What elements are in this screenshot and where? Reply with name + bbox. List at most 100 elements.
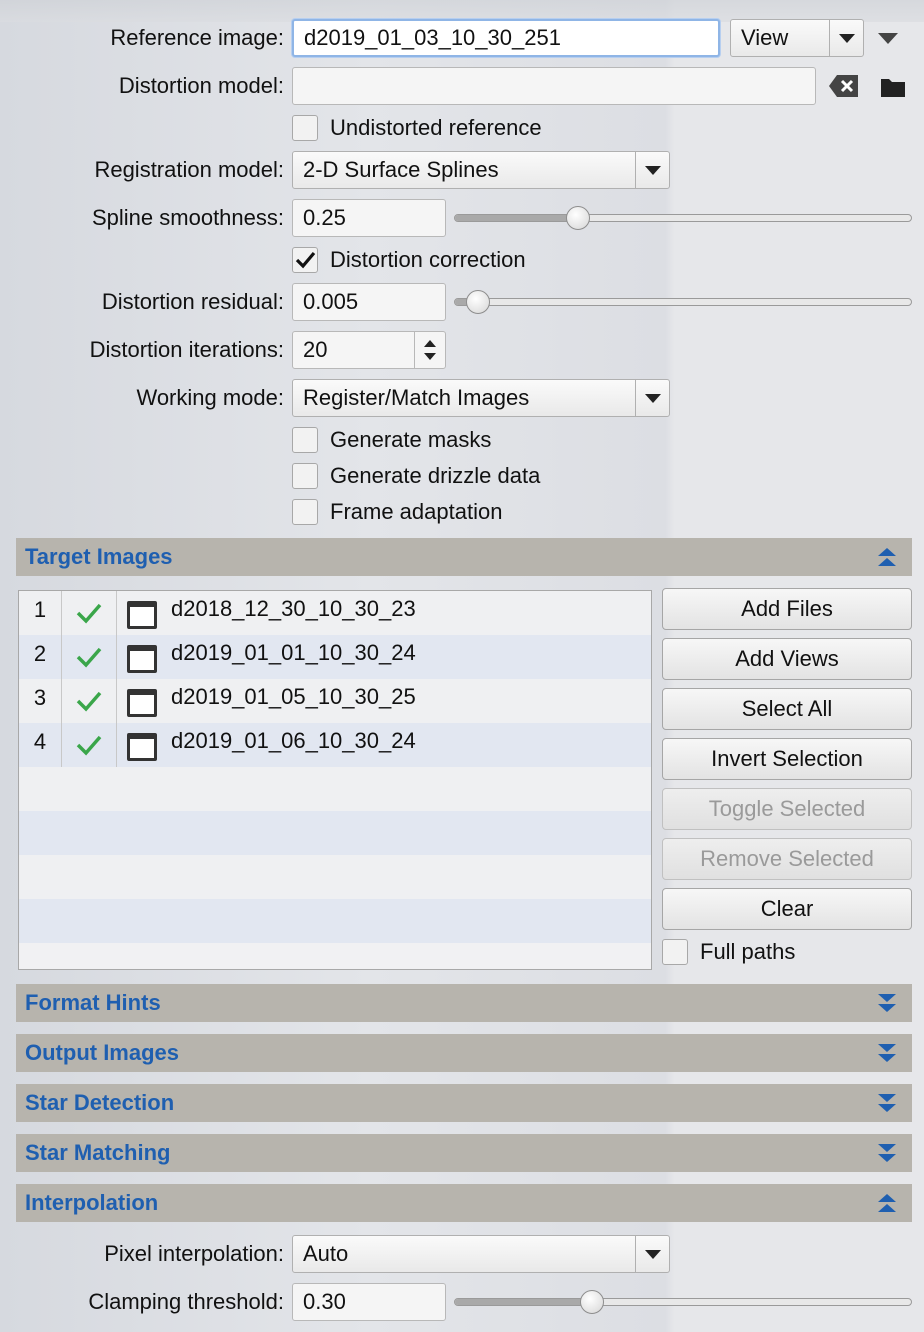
section-format-hints[interactable]: Format Hints [16,984,912,1022]
slider-handle[interactable] [465,290,490,314]
clamping-threshold-slider[interactable] [454,1290,912,1314]
collapse-up-icon[interactable] [876,1192,898,1214]
iterations-spinner[interactable] [414,331,444,369]
empty-row [19,811,651,855]
row-index: 3 [33,685,47,710]
section-title: Target Images [25,544,173,569]
generate-masks-checkbox[interactable] [292,427,318,453]
generate-drizzle-label: Generate drizzle data [330,463,541,488]
full-paths-checkbox[interactable] [662,939,688,965]
spline-smoothness-label: Spline smoothness: [92,205,284,230]
distortion-residual-slider[interactable] [454,290,912,314]
working-mode-label: Working mode: [136,385,284,410]
section-target-images[interactable]: Target Images [16,538,912,576]
section-title: Format Hints [25,990,161,1015]
distortion-correction-label: Distortion correction [330,247,526,272]
table-row[interactable]: 3 d2019_01_05_10_30_25 [19,679,651,723]
row-index: 2 [33,641,47,666]
empty-row [19,899,651,943]
invert-selection-button[interactable]: Invert Selection [662,738,912,780]
expand-down-icon[interactable] [876,1092,898,1114]
reference-image-label: Reference image: [110,25,284,50]
distortion-model-label: Distortion model: [118,73,284,98]
toggle-selected-button[interactable]: Toggle Selected [662,788,912,830]
clear-button[interactable]: Clear [662,888,912,930]
section-title: Star Detection [25,1090,175,1115]
image-window-icon [127,733,157,761]
reference-image-input[interactable]: d2019_01_03_10_30_251 [292,19,720,57]
enabled-check-icon[interactable] [61,635,117,679]
working-mode-value: Register/Match Images [303,385,530,410]
image-name: d2019_01_05_10_30_25 [171,684,416,709]
collapse-menu-icon[interactable] [878,33,898,44]
empty-row [19,855,651,899]
target-images-list[interactable]: 1 d2018_12_30_10_30_23 2 d2019_01_01_10_… [18,590,652,970]
image-name: d2019_01_06_10_30_24 [171,728,416,753]
row-index: 4 [33,729,47,754]
frame-adaptation-checkbox[interactable] [292,499,318,525]
pixel-interpolation-label: Pixel interpolation: [104,1241,284,1266]
add-files-button[interactable]: Add Files [662,588,912,630]
distortion-residual-label: Distortion residual: [101,289,284,314]
section-interpolation[interactable]: Interpolation [16,1184,912,1222]
clear-distortion-icon[interactable] [828,74,860,98]
enabled-check-icon[interactable] [61,591,117,635]
chevron-down-icon [635,152,669,188]
view-dropdown-icon[interactable] [829,20,863,56]
spin-arrows-icon[interactable] [415,331,445,369]
row-index: 1 [33,597,47,622]
empty-row [19,767,651,811]
remove-selected-button[interactable]: Remove Selected [662,838,912,880]
image-window-icon [127,601,157,629]
section-star-detection[interactable]: Star Detection [16,1084,912,1122]
section-title: Interpolation [25,1190,159,1215]
spline-smoothness-slider[interactable] [454,206,912,230]
clamping-threshold-input[interactable]: 0.30 [292,1283,446,1321]
enabled-check-icon[interactable] [61,679,117,723]
expand-down-icon[interactable] [876,1042,898,1064]
slider-handle[interactable] [579,1290,604,1314]
undistorted-reference-checkbox[interactable] [292,115,318,141]
checkmark-icon [295,251,316,269]
add-views-button[interactable]: Add Views [662,638,912,680]
section-output-images[interactable]: Output Images [16,1034,912,1072]
registration-model-select[interactable]: 2-D Surface Splines [292,151,670,189]
enabled-check-icon[interactable] [61,723,117,767]
pixel-interpolation-select[interactable]: Auto [292,1235,670,1273]
expand-down-icon[interactable] [876,992,898,1014]
slider-handle[interactable] [566,206,591,230]
distortion-model-input[interactable] [292,67,816,105]
view-button[interactable]: View [730,19,864,57]
undistorted-reference-label: Undistorted reference [330,115,542,140]
registration-model-label: Registration model: [94,157,284,182]
section-star-matching[interactable]: Star Matching [16,1134,912,1172]
table-row[interactable]: 2 d2019_01_01_10_30_24 [19,635,651,679]
generate-masks-label: Generate masks [330,427,492,452]
section-title: Output Images [25,1040,180,1065]
registration-model-value: 2-D Surface Splines [303,157,499,182]
working-mode-select[interactable]: Register/Match Images [292,379,670,417]
view-button-label: View [741,25,789,50]
section-title: Star Matching [25,1140,171,1165]
chevron-down-icon [635,1236,669,1272]
table-row[interactable]: 1 d2018_12_30_10_30_23 [19,591,651,635]
image-window-icon [127,645,157,673]
generate-drizzle-checkbox[interactable] [292,463,318,489]
image-name: d2018_12_30_10_30_23 [171,596,416,621]
chevron-down-icon [635,380,669,416]
image-window-icon [127,689,157,717]
pixel-interpolation-value: Auto [303,1241,349,1266]
spline-smoothness-input[interactable]: 0.25 [292,199,446,237]
full-paths-label: Full paths [700,939,796,964]
distortion-residual-input[interactable]: 0.005 [292,283,446,321]
folder-icon[interactable] [880,76,906,98]
select-all-button[interactable]: Select All [662,688,912,730]
table-row[interactable]: 4 d2019_01_06_10_30_24 [19,723,651,767]
expand-down-icon[interactable] [876,1142,898,1164]
frame-adaptation-label: Frame adaptation [330,499,503,524]
clamping-threshold-label: Clamping threshold: [88,1289,284,1314]
collapse-up-icon[interactable] [876,546,898,568]
image-name: d2019_01_01_10_30_24 [171,640,416,665]
distortion-iterations-label: Distortion iterations: [89,337,284,362]
distortion-correction-checkbox[interactable] [292,247,318,273]
